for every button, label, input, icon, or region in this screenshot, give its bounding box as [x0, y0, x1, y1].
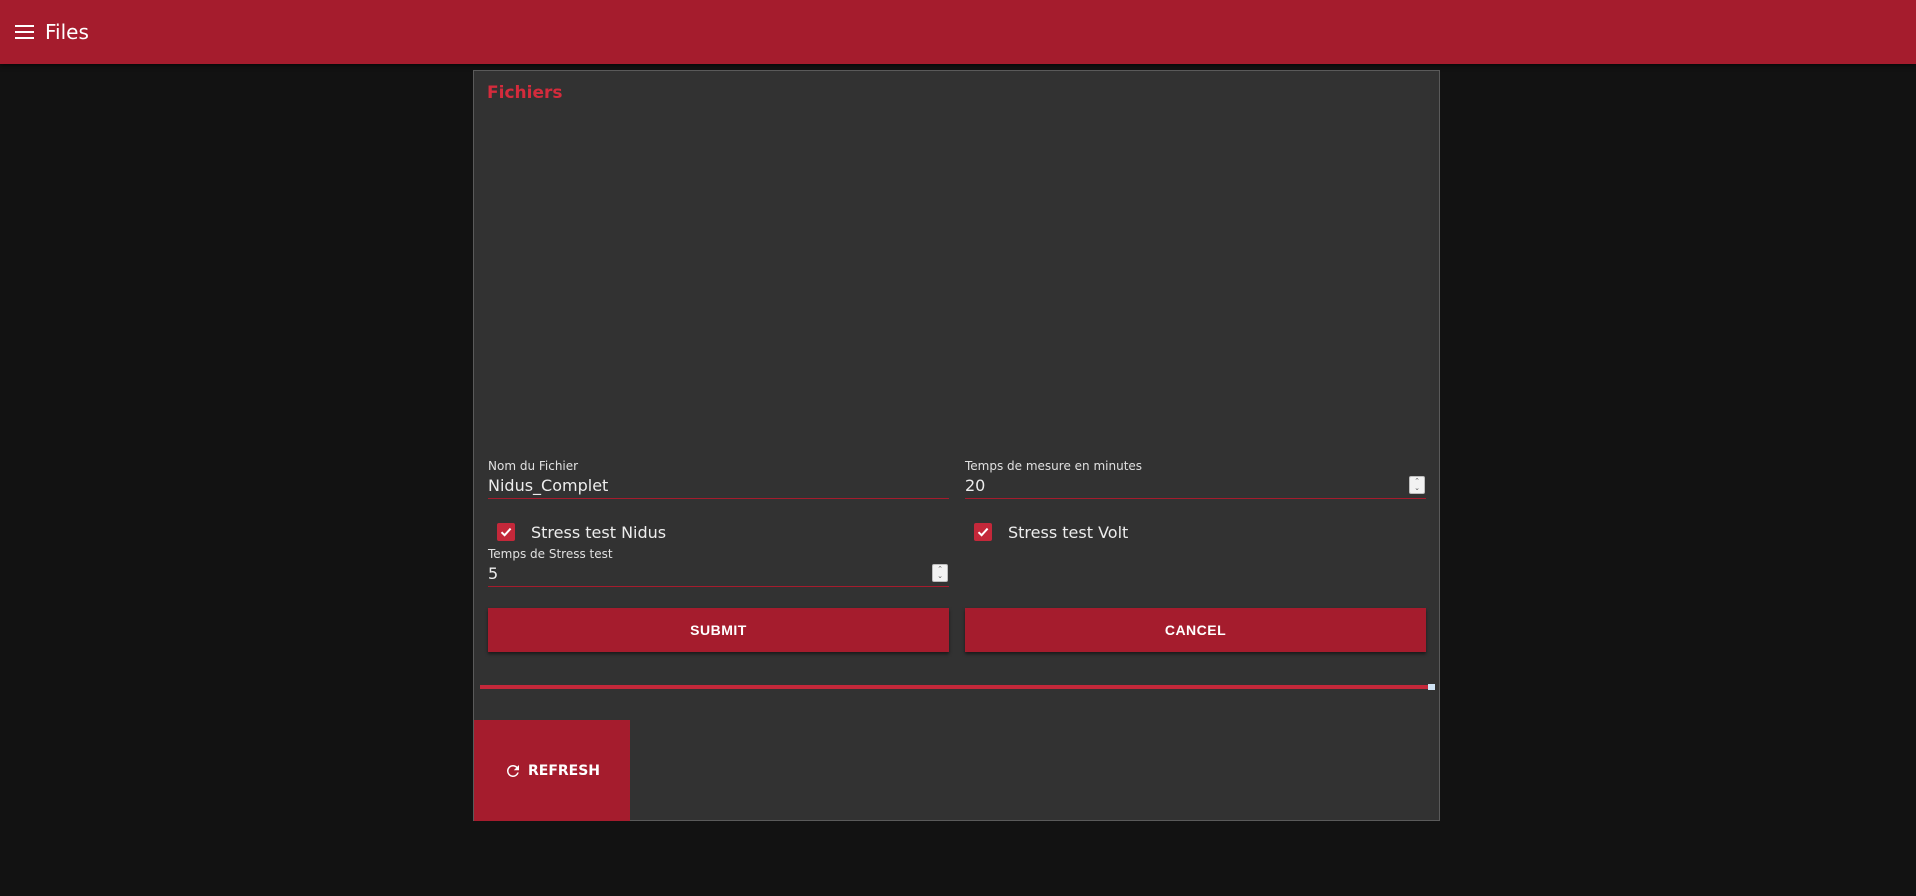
- stress-time-label: Temps de Stress test: [488, 547, 613, 561]
- app-bar: Files: [0, 0, 1916, 64]
- measure-time-stepper[interactable]: ⌃ ⌄: [1409, 476, 1425, 494]
- stress-volt-checkbox[interactable]: [974, 523, 992, 541]
- stress-time-input[interactable]: [488, 564, 908, 583]
- files-card: Fichiers Nom du Fichier Temps de mesure …: [473, 70, 1440, 821]
- refresh-label: REFRESH: [527, 762, 601, 779]
- refresh-button[interactable]: REFRESH: [474, 720, 630, 821]
- stress-volt-label: Stress test Volt: [1008, 522, 1129, 542]
- check-icon: [977, 527, 989, 537]
- stress-nidus-checkbox-row[interactable]: Stress test Nidus: [488, 520, 666, 544]
- chevron-down-icon[interactable]: ⌄: [937, 573, 943, 580]
- stress-volt-checkbox-row[interactable]: Stress test Volt: [965, 520, 1128, 544]
- stress-nidus-checkbox[interactable]: [497, 523, 515, 541]
- progress-end-marker: [1428, 684, 1435, 690]
- card-title: Fichiers: [487, 83, 563, 103]
- measure-time-field: Temps de mesure en minutes ⌃ ⌄: [965, 459, 1426, 499]
- measure-time-label: Temps de mesure en minutes: [965, 459, 1143, 473]
- stress-time-stepper[interactable]: ⌃ ⌄: [932, 564, 948, 582]
- file-name-input[interactable]: [488, 476, 908, 495]
- refresh-icon: [506, 764, 519, 777]
- file-name-field: Nom du Fichier: [488, 459, 949, 499]
- cancel-button[interactable]: CANCEL: [965, 608, 1426, 652]
- chevron-down-icon[interactable]: ⌄: [1414, 485, 1420, 492]
- stress-nidus-label: Stress test Nidus: [531, 522, 667, 542]
- progress-bar: [480, 684, 1435, 690]
- stress-time-field: Temps de Stress test ⌃ ⌄: [488, 547, 949, 587]
- submit-button[interactable]: SUBMIT: [488, 608, 949, 652]
- app-title: Files: [45, 20, 89, 44]
- measure-time-input[interactable]: [965, 476, 1385, 495]
- file-name-label: Nom du Fichier: [488, 459, 579, 473]
- menu-icon[interactable]: [11, 19, 37, 45]
- check-icon: [500, 527, 512, 537]
